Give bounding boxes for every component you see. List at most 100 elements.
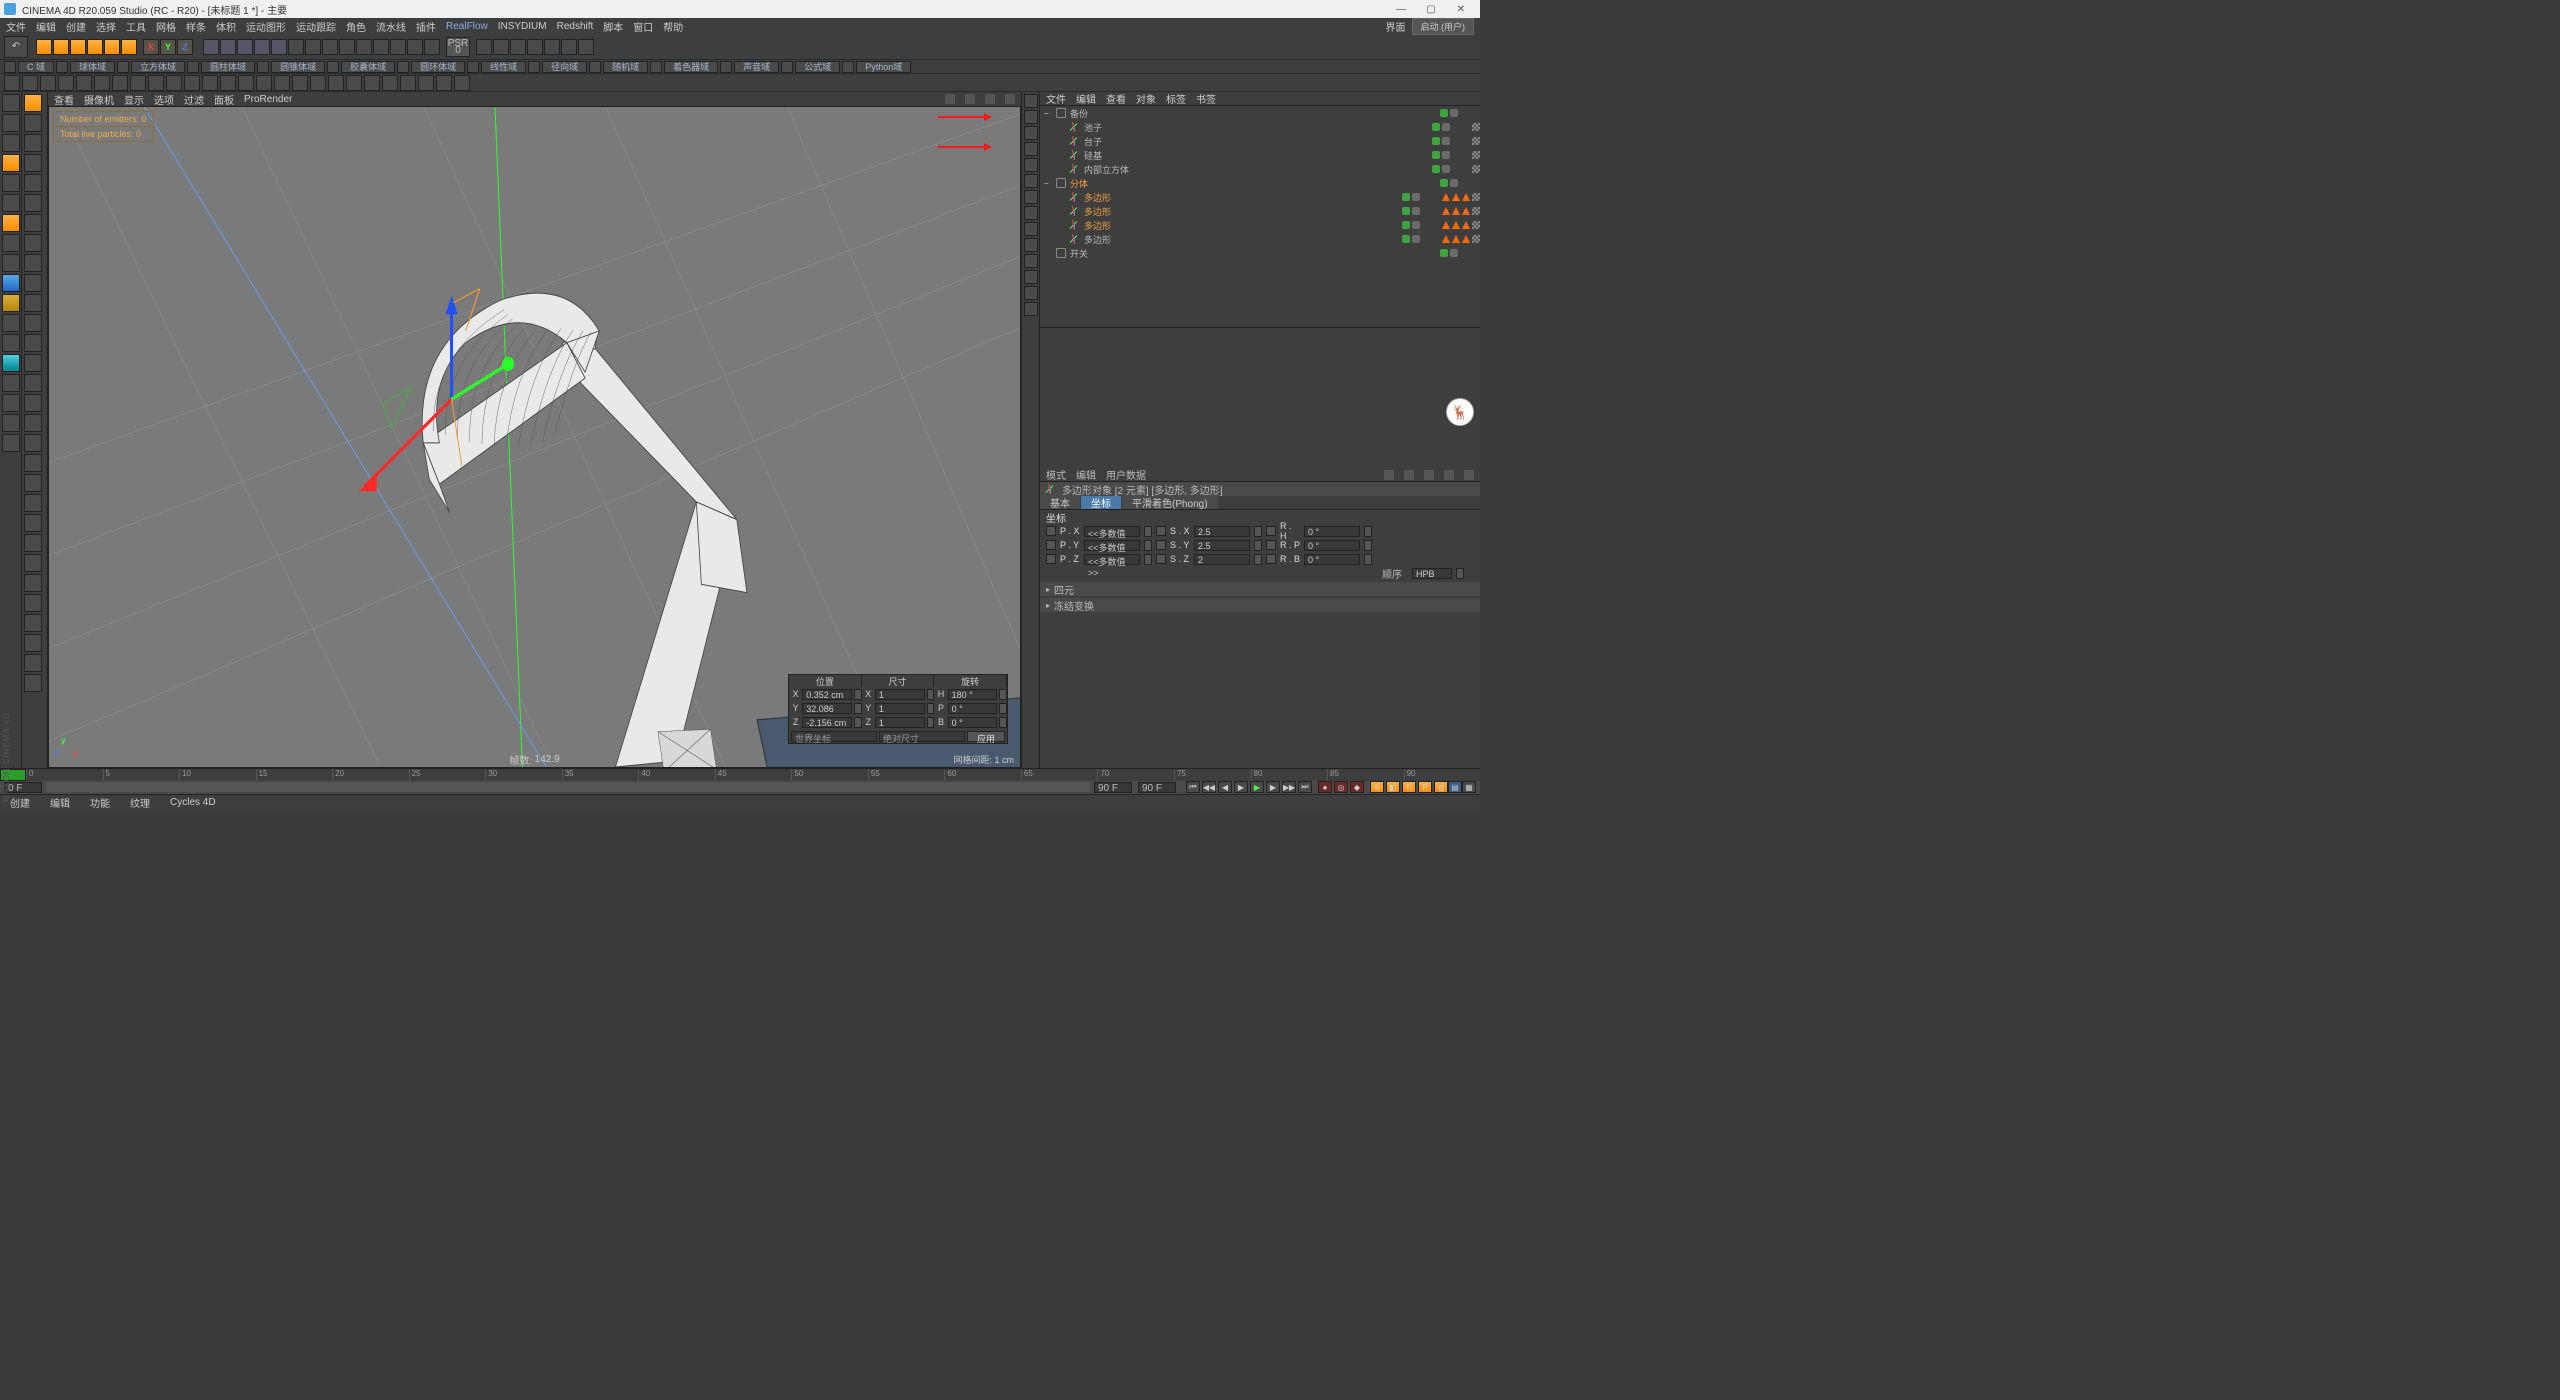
nav-fwd-icon[interactable] bbox=[1404, 470, 1414, 480]
tag-icon[interactable] bbox=[1442, 193, 1450, 201]
viewport-3d[interactable]: Number of emitters: 0 Total live particl… bbox=[48, 106, 1021, 768]
tag-icon[interactable] bbox=[1442, 221, 1450, 229]
tool-btn[interactable] bbox=[476, 39, 492, 55]
order-step[interactable] bbox=[1456, 568, 1464, 579]
vis-dot[interactable] bbox=[1402, 193, 1410, 201]
apply-button[interactable]: 应用 bbox=[967, 731, 1005, 742]
field-icon[interactable] bbox=[187, 61, 199, 73]
order-select[interactable]: HPB bbox=[1412, 568, 1452, 579]
dock-btn[interactable] bbox=[24, 374, 42, 392]
obj-tab-5[interactable]: 书签 bbox=[1196, 91, 1216, 106]
menu-18[interactable]: 帮助 bbox=[663, 19, 683, 34]
tag-icon[interactable] bbox=[1472, 193, 1480, 201]
lock-icon[interactable] bbox=[1444, 470, 1454, 480]
tag-icon[interactable] bbox=[1472, 123, 1480, 131]
menu-15[interactable]: Redshift bbox=[557, 21, 594, 32]
attr-tab-2[interactable]: 用户数据 bbox=[1106, 467, 1146, 482]
dock-btn[interactable] bbox=[24, 214, 42, 232]
lock-toggle[interactable] bbox=[1266, 526, 1276, 536]
nav-up-icon[interactable] bbox=[1424, 470, 1434, 480]
cp-input[interactable]: 1 bbox=[875, 703, 925, 714]
step-btn[interactable] bbox=[1144, 540, 1152, 551]
dock-btn[interactable] bbox=[2, 354, 20, 372]
dock-btn[interactable] bbox=[24, 534, 42, 552]
coord-input[interactable]: 0 ° bbox=[1304, 554, 1360, 565]
tag-icon[interactable] bbox=[1452, 207, 1460, 215]
vp-dock-btn[interactable] bbox=[1024, 254, 1038, 268]
menu-14[interactable]: INSYDIUM bbox=[498, 21, 547, 32]
step-btn[interactable] bbox=[1254, 540, 1262, 551]
opt-btn2[interactable]: ▦ bbox=[1462, 781, 1476, 793]
cp-input[interactable]: 32.086 cm bbox=[802, 703, 852, 714]
tag-icon[interactable] bbox=[1472, 151, 1480, 159]
dock-btn[interactable] bbox=[24, 394, 42, 412]
tag-icon[interactable] bbox=[1472, 137, 1480, 145]
vp-dock-btn[interactable] bbox=[1024, 126, 1038, 140]
vp-cfg-icon[interactable] bbox=[985, 94, 995, 104]
dock-btn[interactable] bbox=[24, 234, 42, 252]
vp-dock-btn[interactable] bbox=[1024, 222, 1038, 236]
tree-row[interactable]: 硅基 bbox=[1040, 148, 1480, 162]
field-icon[interactable] bbox=[327, 61, 339, 73]
dock-btn[interactable] bbox=[2, 114, 20, 132]
deform-btn[interactable] bbox=[292, 75, 308, 91]
prev-frame-btn[interactable]: ◀ bbox=[1218, 781, 1232, 793]
tag-icon[interactable] bbox=[1472, 207, 1480, 215]
field-icon[interactable] bbox=[842, 61, 854, 73]
vp-menu-3[interactable]: 选项 bbox=[154, 92, 174, 107]
field-icon[interactable] bbox=[117, 61, 129, 73]
vis-dot[interactable] bbox=[1440, 179, 1448, 187]
dock-btn[interactable] bbox=[24, 614, 42, 632]
tool-btn[interactable] bbox=[544, 39, 560, 55]
menu-7[interactable]: 体积 bbox=[216, 19, 236, 34]
coord-input[interactable]: <<多数值>> bbox=[1084, 554, 1140, 565]
cp-step[interactable] bbox=[999, 717, 1007, 728]
cp-step[interactable] bbox=[927, 703, 935, 714]
deform-btn[interactable] bbox=[364, 75, 380, 91]
coord-input[interactable]: <<多数值>> bbox=[1084, 526, 1140, 537]
deform-btn[interactable] bbox=[328, 75, 344, 91]
vp-menu-1[interactable]: 摄像机 bbox=[84, 92, 114, 107]
deform-btn[interactable] bbox=[400, 75, 416, 91]
dock-btn[interactable] bbox=[24, 174, 42, 192]
end-frame-input-2[interactable]: 90 F bbox=[1138, 782, 1176, 793]
vis-dot[interactable] bbox=[1412, 221, 1420, 229]
dock-btn[interactable] bbox=[24, 134, 42, 152]
tool-btn[interactable] bbox=[288, 39, 304, 55]
vis-dot[interactable] bbox=[1402, 221, 1410, 229]
tool-btn[interactable] bbox=[390, 39, 406, 55]
mat-tab-2[interactable]: 功能 bbox=[80, 795, 120, 810]
obj-tab-4[interactable]: 标签 bbox=[1166, 91, 1186, 106]
cp-step[interactable] bbox=[854, 689, 862, 700]
dock-btn[interactable] bbox=[24, 314, 42, 332]
dock-btn[interactable] bbox=[2, 314, 20, 332]
deform-btn[interactable] bbox=[346, 75, 362, 91]
vp-dock-btn[interactable] bbox=[1024, 190, 1038, 204]
tool-btn[interactable] bbox=[104, 39, 120, 55]
vp-menu-0[interactable]: 查看 bbox=[54, 92, 74, 107]
field-button[interactable]: 径向域 bbox=[542, 61, 587, 73]
key-param-btn[interactable]: P bbox=[1418, 781, 1432, 793]
quat-section[interactable]: ▸四元 bbox=[1040, 582, 1480, 596]
dock-btn[interactable] bbox=[24, 334, 42, 352]
menu-4[interactable]: 工具 bbox=[126, 19, 146, 34]
menu-8[interactable]: 运动图形 bbox=[246, 19, 286, 34]
cp-input[interactable]: -2.156 cm bbox=[802, 717, 852, 728]
menu-12[interactable]: 插件 bbox=[416, 19, 436, 34]
tag-icon[interactable] bbox=[1452, 235, 1460, 243]
undo-button[interactable]: ↶ bbox=[4, 36, 28, 58]
lock-toggle[interactable] bbox=[1156, 526, 1166, 536]
step-fwd-btn[interactable]: ▶▶ bbox=[1282, 781, 1296, 793]
menu-1[interactable]: 编辑 bbox=[36, 19, 56, 34]
vis-dot[interactable] bbox=[1402, 207, 1410, 215]
tool-btn[interactable] bbox=[220, 39, 236, 55]
size-mode-select[interactable]: 绝对尺寸 bbox=[879, 731, 965, 742]
deform-btn[interactable] bbox=[112, 75, 128, 91]
dock-btn[interactable] bbox=[24, 254, 42, 272]
dock-btn[interactable] bbox=[24, 634, 42, 652]
tree-row[interactable]: 开关 bbox=[1040, 246, 1480, 260]
tool-btn[interactable] bbox=[527, 39, 543, 55]
vis-dot[interactable] bbox=[1442, 151, 1450, 159]
dock-btn[interactable] bbox=[24, 594, 42, 612]
obj-tab-1[interactable]: 编辑 bbox=[1076, 91, 1096, 106]
